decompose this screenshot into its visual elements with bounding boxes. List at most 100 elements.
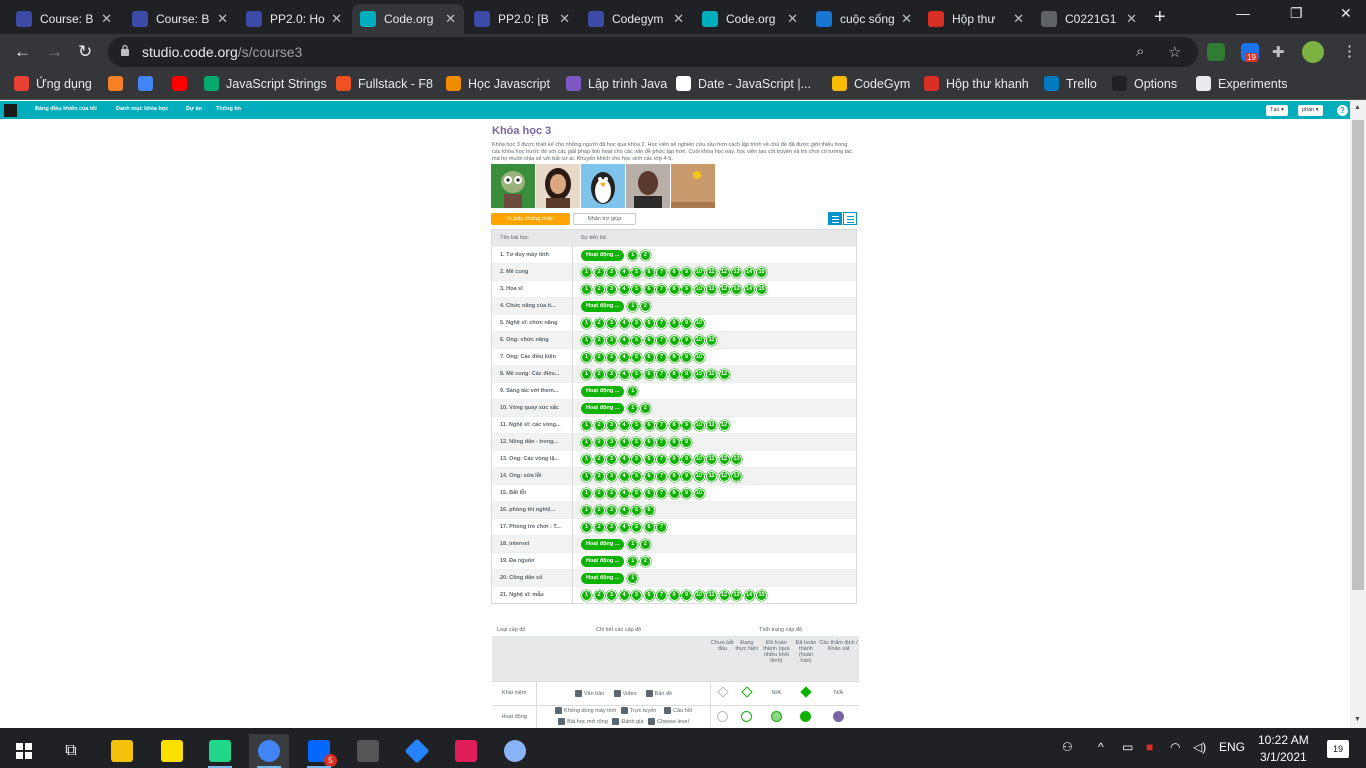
bookmark-item[interactable] bbox=[138, 76, 160, 91]
level-bubble[interactable]: 5 bbox=[631, 317, 642, 329]
level-bubble[interactable]: 2 bbox=[593, 368, 605, 380]
level-bubble[interactable]: 4 bbox=[618, 470, 630, 482]
level-bubble[interactable]: 7 bbox=[656, 470, 667, 482]
level-bubble[interactable]: 6 bbox=[643, 487, 655, 499]
tab-close-icon[interactable]: ✕ bbox=[217, 11, 228, 27]
level-bubble[interactable]: 4 bbox=[618, 368, 630, 380]
level-bubble[interactable]: 9 bbox=[681, 283, 692, 295]
level-bubble[interactable]: 1 bbox=[627, 300, 639, 312]
level-bubble[interactable]: 11 bbox=[706, 470, 717, 482]
task-view-button[interactable]: ⧉ bbox=[51, 734, 91, 768]
volume-icon[interactable]: ◁) bbox=[1193, 740, 1206, 754]
level-bubble[interactable]: 7 bbox=[656, 487, 667, 499]
level-bubble[interactable]: 8 bbox=[668, 266, 680, 278]
reload-icon[interactable]: ↻ bbox=[78, 42, 92, 62]
level-bubble[interactable]: 9 bbox=[681, 368, 692, 380]
level-bubble[interactable]: 1 bbox=[581, 317, 592, 329]
level-bubble[interactable]: 7 bbox=[656, 334, 667, 346]
level-bubble[interactable]: 3 bbox=[606, 317, 617, 329]
paint-app[interactable] bbox=[495, 734, 535, 768]
lesson-name[interactable]: 9. Sáng tác với them... bbox=[491, 382, 573, 400]
level-bubble[interactable]: 12 bbox=[718, 453, 730, 465]
nav-dashboard[interactable]: Bảng điều khiển của tôi bbox=[35, 106, 97, 112]
tab-close-icon[interactable]: ✕ bbox=[787, 11, 798, 27]
level-bubble[interactable]: 6 bbox=[643, 334, 655, 346]
restore-button[interactable]: ❐ bbox=[1290, 5, 1303, 22]
level-bubble[interactable]: 10 bbox=[693, 317, 705, 329]
level-bubble[interactable]: 2 bbox=[593, 504, 605, 516]
level-bubble[interactable]: 9 bbox=[681, 470, 692, 482]
lesson-name[interactable]: 14. Ong: sửa lỗi bbox=[491, 467, 573, 485]
level-bubble[interactable]: 2 bbox=[593, 487, 605, 499]
level-bubble[interactable]: 2 bbox=[593, 283, 605, 295]
level-bubble[interactable]: 14 bbox=[743, 589, 755, 601]
level-bubble[interactable]: 9 bbox=[681, 334, 692, 346]
level-bubble[interactable]: 6 bbox=[643, 470, 655, 482]
scrollbar-thumb[interactable] bbox=[1352, 120, 1364, 590]
lesson-name[interactable]: 18. internet bbox=[491, 535, 573, 553]
level-bubble[interactable]: 2 bbox=[593, 334, 605, 346]
level-bubble[interactable]: 5 bbox=[631, 589, 642, 601]
lesson-name[interactable]: 15. Bắt lỗi bbox=[491, 484, 573, 502]
level-bubble[interactable]: 8 bbox=[668, 487, 680, 499]
profile-avatar[interactable] bbox=[1302, 41, 1324, 63]
battery-icon[interactable]: ▭ bbox=[1122, 740, 1133, 754]
close-window-button[interactable]: ✕ bbox=[1340, 5, 1352, 22]
tab-close-icon[interactable]: ✕ bbox=[1126, 11, 1137, 27]
level-bubble[interactable]: 13 bbox=[731, 453, 742, 465]
level-bubble[interactable]: 12 bbox=[718, 589, 730, 601]
photos-app[interactable] bbox=[348, 734, 388, 768]
level-bubble[interactable]: 1 bbox=[627, 538, 639, 550]
level-bubble[interactable]: 8 bbox=[668, 436, 680, 448]
level-bubble[interactable]: 9 bbox=[681, 351, 692, 363]
level-bubble[interactable]: 2 bbox=[593, 317, 605, 329]
level-bubble[interactable]: 5 bbox=[631, 470, 642, 482]
browser-tab[interactable]: Codegym ✕ bbox=[580, 4, 692, 34]
people-icon[interactable]: ⚇ bbox=[1062, 740, 1073, 754]
level-bubble[interactable]: 2 bbox=[593, 419, 605, 431]
level-bubble[interactable]: 10 bbox=[693, 283, 705, 295]
level-bubble[interactable]: 2 bbox=[639, 300, 651, 312]
level-bubble[interactable]: 5 bbox=[631, 266, 642, 278]
bookmark-item[interactable]: Trello bbox=[1044, 76, 1097, 91]
level-bubble[interactable]: 7 bbox=[656, 436, 667, 448]
level-bubble[interactable]: 8 bbox=[668, 283, 680, 295]
level-bubble[interactable]: 9 bbox=[681, 266, 692, 278]
level-bubble[interactable]: 11 bbox=[706, 283, 717, 295]
sourcetree-app[interactable] bbox=[397, 734, 437, 768]
level-bubble[interactable]: 7 bbox=[656, 521, 667, 533]
bookmark-item[interactable]: CodeGym bbox=[832, 76, 910, 91]
level-bubble[interactable]: 2 bbox=[593, 470, 605, 482]
level-bubble[interactable]: 6 bbox=[643, 504, 655, 516]
level-bubble[interactable]: 5 bbox=[631, 453, 642, 465]
level-bubble[interactable]: 13 bbox=[731, 266, 742, 278]
new-tab-button[interactable]: + bbox=[1154, 6, 1166, 29]
level-bubble[interactable]: 7 bbox=[656, 351, 667, 363]
level-bubble[interactable]: 9 bbox=[681, 589, 692, 601]
level-bubble[interactable]: 9 bbox=[681, 419, 692, 431]
menu-dots-icon[interactable]: ⋮ bbox=[1342, 42, 1357, 60]
lesson-name[interactable]: 17. Phòng trò chơi : T... bbox=[491, 518, 573, 536]
lesson-name[interactable]: 4. Chức năng của tỉ... bbox=[491, 297, 573, 315]
level-bubble[interactable]: 2 bbox=[593, 521, 605, 533]
level-bubble[interactable]: 4 bbox=[618, 436, 630, 448]
level-bubble[interactable]: 1 bbox=[581, 487, 592, 499]
level-bubble[interactable]: 4 bbox=[618, 317, 630, 329]
tray-chevron-icon[interactable]: ^ bbox=[1098, 740, 1104, 754]
bookmark-item[interactable] bbox=[172, 76, 194, 91]
level-bubble[interactable]: 3 bbox=[606, 334, 617, 346]
activity-pill[interactable]: Hoạt động ... bbox=[581, 385, 625, 397]
browser-tab[interactable]: Code.org ✕ bbox=[352, 4, 464, 34]
level-bubble[interactable]: 13 bbox=[731, 283, 742, 295]
start-button[interactable] bbox=[4, 734, 44, 768]
level-bubble[interactable]: 1 bbox=[581, 589, 592, 601]
level-bubble[interactable]: 2 bbox=[639, 538, 651, 550]
security-icon[interactable]: ■ bbox=[1146, 740, 1153, 754]
lesson-name[interactable]: 3. Họa sĩ bbox=[491, 280, 573, 298]
wifi-icon[interactable]: ◠ bbox=[1170, 740, 1180, 754]
bookmark-item[interactable]: Experiments bbox=[1196, 76, 1287, 91]
level-bubble[interactable]: 3 bbox=[606, 470, 617, 482]
level-bubble[interactable]: 11 bbox=[706, 266, 717, 278]
level-bubble[interactable]: 10 bbox=[693, 351, 705, 363]
level-bubble[interactable]: 14 bbox=[743, 266, 755, 278]
